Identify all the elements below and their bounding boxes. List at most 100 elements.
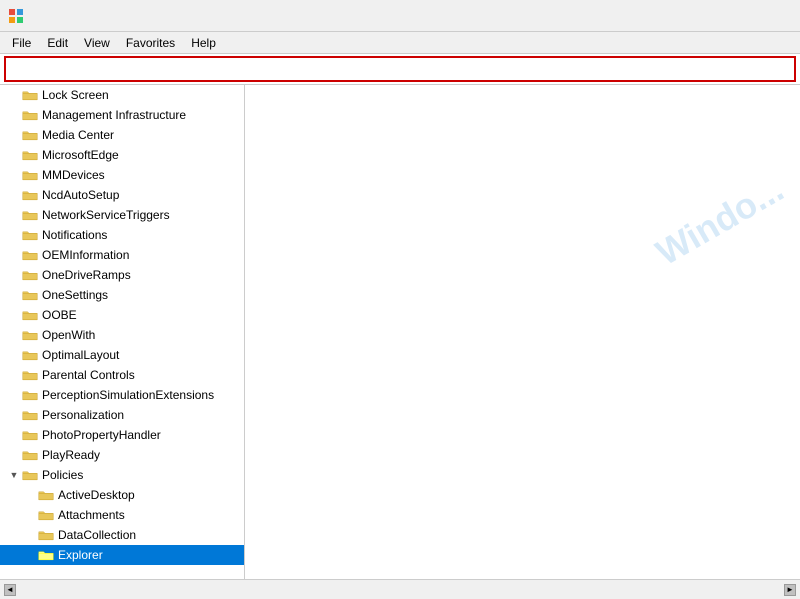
folder-icon [22, 127, 38, 143]
tree-item[interactable]: ▼ Policies [0, 465, 244, 485]
folder-icon [22, 147, 38, 163]
expand-icon[interactable] [8, 229, 20, 241]
tree-item[interactable]: PhotoPropertyHandler [0, 425, 244, 445]
folder-icon [22, 407, 38, 423]
expand-icon[interactable] [24, 529, 36, 541]
expand-icon[interactable] [8, 89, 20, 101]
expand-icon[interactable] [24, 549, 36, 561]
folder-icon [22, 287, 38, 303]
maximize-button[interactable] [700, 0, 746, 32]
tree-item-label: Parental Controls [42, 368, 135, 382]
expand-icon[interactable] [8, 409, 20, 421]
minimize-button[interactable] [654, 0, 700, 32]
expand-icon[interactable] [8, 129, 20, 141]
folder-icon [22, 187, 38, 203]
folder-icon [22, 327, 38, 343]
folder-icon [22, 347, 38, 363]
scroll-left-button[interactable]: ◄ [4, 584, 16, 596]
expand-icon[interactable]: ▼ [8, 469, 20, 481]
tree-item[interactable]: Media Center [0, 125, 244, 145]
folder-icon [22, 447, 38, 463]
tree-item-label: Notifications [42, 228, 107, 242]
expand-icon[interactable] [8, 289, 20, 301]
tree-item-label: ActiveDesktop [58, 488, 135, 502]
menu-item-edit[interactable]: Edit [39, 34, 76, 52]
expand-icon[interactable] [8, 189, 20, 201]
expand-icon[interactable] [8, 329, 20, 341]
tree-item[interactable]: OneSettings [0, 285, 244, 305]
tree-item-label: DataCollection [58, 528, 136, 542]
tree-item-label: OneSettings [42, 288, 108, 302]
address-bar[interactable] [4, 56, 796, 82]
close-button[interactable] [746, 0, 792, 32]
tree-item[interactable]: OptimalLayout [0, 345, 244, 365]
title-bar [0, 0, 800, 32]
tree-item[interactable]: Notifications [0, 225, 244, 245]
tree-item-label: PerceptionSimulationExtensions [42, 388, 214, 402]
folder-icon [22, 87, 38, 103]
folder-icon [22, 467, 38, 483]
values-panel [245, 85, 800, 579]
tree-item[interactable]: Management Infrastructure [0, 105, 244, 125]
tree-item-label: OneDriveRamps [42, 268, 131, 282]
tree-item[interactable]: OEMInformation [0, 245, 244, 265]
tree-item-label: PlayReady [42, 448, 100, 462]
tree-item[interactable]: NcdAutoSetup [0, 185, 244, 205]
tree-item-label: NcdAutoSetup [42, 188, 119, 202]
expand-icon[interactable] [8, 369, 20, 381]
tree-item[interactable]: MMDevices [0, 165, 244, 185]
expand-icon[interactable] [8, 269, 20, 281]
tree-item-label: MMDevices [42, 168, 105, 182]
expand-icon[interactable] [8, 309, 20, 321]
folder-icon [22, 367, 38, 383]
tree-item[interactable]: PerceptionSimulationExtensions [0, 385, 244, 405]
main-content: Lock Screen Management Infrastructure Me… [0, 84, 800, 579]
tree-item-label: NetworkServiceTriggers [42, 208, 170, 222]
expand-icon[interactable] [24, 489, 36, 501]
tree-item[interactable]: NetworkServiceTriggers [0, 205, 244, 225]
tree-item[interactable]: Explorer [0, 545, 244, 565]
tree-item[interactable]: OneDriveRamps [0, 265, 244, 285]
menu-item-file[interactable]: File [4, 34, 39, 52]
expand-icon[interactable] [24, 509, 36, 521]
tree-item[interactable]: ActiveDesktop [0, 485, 244, 505]
folder-icon [22, 427, 38, 443]
menu-item-view[interactable]: View [76, 34, 118, 52]
expand-icon[interactable] [8, 209, 20, 221]
tree-item-label: OOBE [42, 308, 77, 322]
tree-item[interactable]: Lock Screen [0, 85, 244, 105]
tree-item[interactable]: OOBE [0, 305, 244, 325]
folder-icon [22, 107, 38, 123]
expand-icon[interactable] [8, 249, 20, 261]
window-controls [654, 0, 792, 32]
scroll-right-button[interactable]: ► [784, 584, 796, 596]
tree-item[interactable]: Personalization [0, 405, 244, 425]
values-table [245, 85, 800, 579]
tree-item-label: Management Infrastructure [42, 108, 186, 122]
menu-item-favorites[interactable]: Favorites [118, 34, 183, 52]
tree-item[interactable]: DataCollection [0, 525, 244, 545]
expand-icon[interactable] [8, 389, 20, 401]
tree-item[interactable]: OpenWith [0, 325, 244, 345]
expand-icon[interactable] [8, 429, 20, 441]
expand-icon[interactable] [8, 149, 20, 161]
tree-panel: Lock Screen Management Infrastructure Me… [0, 85, 245, 579]
folder-icon [22, 267, 38, 283]
tree-item[interactable]: Attachments [0, 505, 244, 525]
tree-item-label: MicrosoftEdge [42, 148, 119, 162]
expand-icon[interactable] [8, 449, 20, 461]
tree-item-label: OEMInformation [42, 248, 129, 262]
tree-item[interactable]: Parental Controls [0, 365, 244, 385]
expand-icon[interactable] [8, 349, 20, 361]
menu-item-help[interactable]: Help [183, 34, 224, 52]
tree-item[interactable]: PlayReady [0, 445, 244, 465]
menu-bar: FileEditViewFavoritesHelp [0, 32, 800, 54]
expand-icon[interactable] [8, 109, 20, 121]
folder-icon [38, 547, 54, 563]
horizontal-scrollbar-track[interactable] [16, 585, 784, 595]
tree-item-label: Attachments [58, 508, 125, 522]
tree-item[interactable]: MicrosoftEdge [0, 145, 244, 165]
folder-icon [22, 387, 38, 403]
expand-icon[interactable] [8, 169, 20, 181]
folder-icon [38, 507, 54, 523]
